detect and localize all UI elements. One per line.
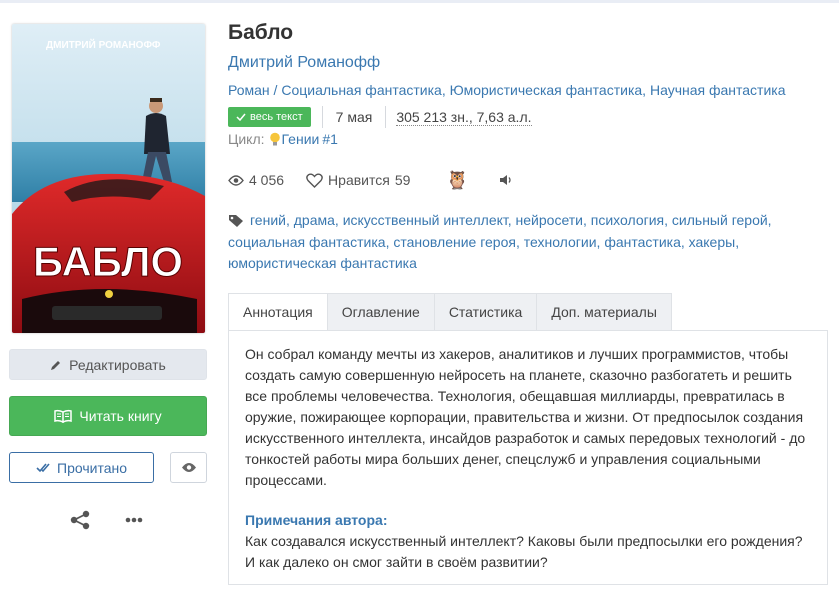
check-icon: [236, 113, 246, 121]
tag-link[interactable]: сильный герой: [672, 212, 768, 228]
tag-link[interactable]: юмористическая фантастика: [228, 255, 417, 271]
like-button[interactable]: Нравится 59: [306, 172, 410, 188]
book-meta: весь текст 7 мая 305 213 зн., 7,63 а.л.: [228, 106, 532, 128]
tag-link[interactable]: фантастика: [604, 234, 681, 250]
tag-link[interactable]: социальная фантастика: [228, 234, 386, 250]
tab-statistics[interactable]: Статистика: [434, 293, 538, 331]
book-cover[interactable]: ДМИТРИЙ РОМАНОФФ БАБЛО: [12, 24, 205, 333]
owl-icon[interactable]: 🦉: [446, 170, 468, 190]
heart-icon: [306, 172, 323, 188]
read-book-button[interactable]: Читать книгу: [9, 396, 207, 436]
read-book-button-label: Читать книгу: [79, 408, 162, 424]
author-link[interactable]: Дмитрий Романофф: [228, 54, 380, 72]
genre-link[interactable]: Роман: [228, 82, 270, 98]
cover-title-text: БАБЛО: [33, 238, 183, 285]
book-size[interactable]: 305 213 зн., 7,63 а.л.: [396, 109, 532, 126]
likes-label: Нравится: [328, 172, 390, 188]
views-stat: 4 056: [228, 172, 284, 188]
annotation-text: Он собрал команду мечты из хакеров, анал…: [245, 346, 806, 488]
cover-author-text: ДМИТРИЙ РОМАНОФФ: [46, 38, 161, 51]
genre-link[interactable]: Социальная фантастика: [281, 82, 442, 98]
tab-contents[interactable]: Оглавление: [327, 293, 435, 331]
tag-link[interactable]: хакеры: [689, 234, 736, 250]
tag-link[interactable]: искусственный интеллект: [343, 212, 508, 228]
publish-date: 7 мая: [323, 106, 387, 128]
cycle-info: Цикл: Гении #1: [228, 131, 338, 147]
genre-link[interactable]: Научная фантастика: [650, 82, 786, 98]
annotation-panel: Он собрал команду мечты из хакеров, анал…: [228, 330, 828, 585]
mark-read-button[interactable]: Прочитано: [9, 452, 154, 483]
book-title: Бабло: [228, 21, 294, 44]
tag-link[interactable]: становление героя: [393, 234, 516, 250]
tag-link[interactable]: гений: [250, 212, 286, 228]
author-notes-title: Примечания автора:: [245, 512, 388, 528]
tag-link[interactable]: нейросети: [516, 212, 583, 228]
likes-count: 59: [394, 172, 411, 188]
follow-button[interactable]: [170, 452, 207, 483]
cycle-number: #1: [322, 131, 338, 147]
cycle-link[interactable]: Гении: [282, 131, 320, 147]
edit-button[interactable]: Редактировать: [9, 349, 207, 380]
genre-list: Роман / Социальная фантастика, Юмористич…: [228, 82, 786, 98]
edit-button-label: Редактировать: [69, 356, 166, 373]
eye-icon: [228, 174, 244, 186]
tab-annotation[interactable]: Аннотация: [228, 293, 328, 331]
tags-icon: [229, 215, 243, 227]
more-icon[interactable]: [124, 512, 144, 528]
tag-list: гений, драма, искусственный интеллект, н…: [228, 212, 772, 271]
mark-read-button-label: Прочитано: [57, 459, 127, 476]
tag-link[interactable]: драма: [294, 212, 335, 228]
tab-extra-materials[interactable]: Доп. материалы: [537, 293, 672, 331]
double-check-icon: [36, 462, 50, 472]
genre-link[interactable]: Юмористическая фантастика: [450, 82, 643, 98]
cover-image: ДМИТРИЙ РОМАНОФФ БАБЛО: [12, 24, 205, 333]
top-border: [0, 0, 839, 3]
tab-bar: Аннотация Оглавление Статистика Доп. мат…: [228, 293, 672, 331]
book-stats: 4 056 Нравится 59 🦉: [228, 170, 513, 190]
share-icon[interactable]: [69, 510, 91, 530]
pencil-icon: [51, 360, 61, 370]
book-icon: [54, 409, 73, 423]
views-count: 4 056: [249, 172, 285, 188]
tag-link[interactable]: технологии: [524, 234, 597, 250]
author-notes-text: Как создавался искусственный интеллект? …: [245, 533, 803, 570]
status-badge-label: весь текст: [250, 111, 303, 123]
tag-link[interactable]: психология: [591, 212, 664, 228]
status-badge: весь текст: [228, 107, 311, 127]
speaker-icon[interactable]: [499, 174, 513, 186]
eye-icon: [181, 463, 196, 472]
genre-separator: /: [269, 82, 282, 98]
lightbulb-icon: [269, 132, 280, 145]
cycle-label: Цикл:: [228, 131, 265, 147]
